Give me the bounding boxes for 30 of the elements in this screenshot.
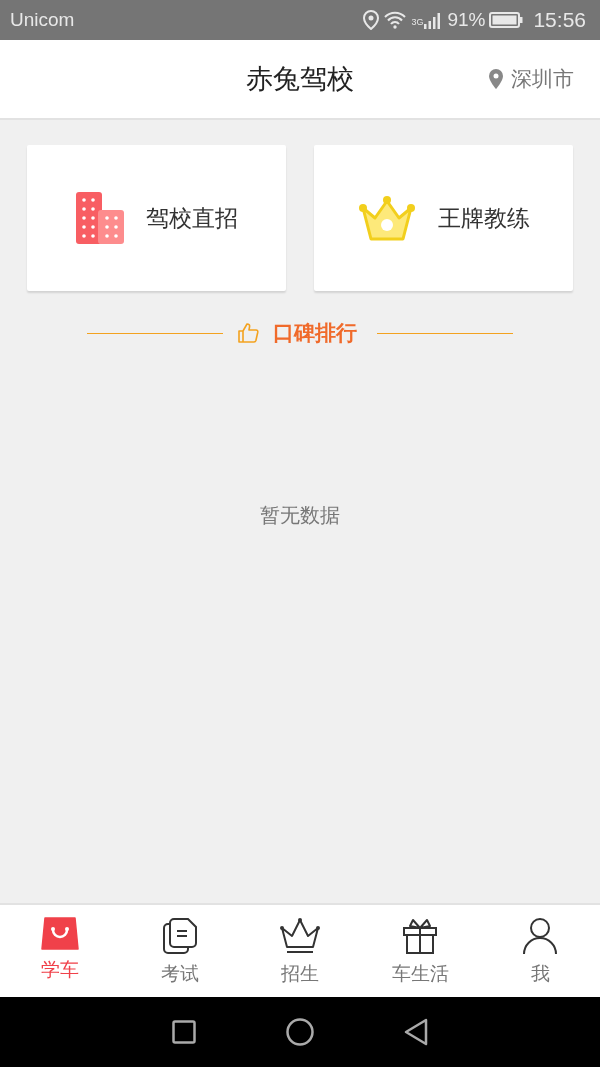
empty-message: 暂无数据 bbox=[260, 502, 340, 529]
menu-card[interactable]: 王牌教练 bbox=[314, 145, 573, 291]
shopping-bag-icon bbox=[41, 917, 79, 951]
recent-apps-icon[interactable] bbox=[172, 1020, 196, 1044]
tab-item[interactable]: 学车 bbox=[0, 905, 120, 997]
building-icon bbox=[75, 192, 124, 244]
city-selector[interactable]: 深圳市 bbox=[489, 40, 574, 118]
carrier-name: Unicom bbox=[10, 9, 76, 31]
back-icon[interactable] bbox=[404, 1018, 428, 1046]
documents-icon bbox=[162, 917, 198, 955]
tab-item[interactable]: 车生活 bbox=[360, 905, 480, 997]
network-type: 3G bbox=[411, 17, 424, 27]
crown-icon bbox=[357, 195, 416, 241]
tab-item[interactable]: 我 bbox=[480, 905, 600, 997]
battery-percent: 91% bbox=[447, 9, 486, 31]
location-icon bbox=[363, 10, 380, 30]
tab-item[interactable]: 考试 bbox=[120, 905, 240, 997]
location-pin-icon bbox=[489, 69, 503, 89]
wifi-icon bbox=[383, 11, 408, 29]
section-title: 口碑排行 bbox=[273, 320, 357, 347]
clock-time: 15:56 bbox=[533, 8, 586, 32]
crown-icon bbox=[279, 917, 321, 955]
battery-icon bbox=[489, 12, 524, 28]
person-icon bbox=[522, 917, 558, 955]
tab-item[interactable]: 招生 bbox=[240, 905, 360, 997]
app-title: 赤兔驾校 bbox=[246, 62, 354, 96]
home-icon[interactable] bbox=[286, 1018, 314, 1046]
gift-icon bbox=[402, 917, 438, 955]
menu-card[interactable]: 驾校直招 bbox=[27, 145, 286, 291]
thumbs-up-icon bbox=[237, 322, 259, 344]
